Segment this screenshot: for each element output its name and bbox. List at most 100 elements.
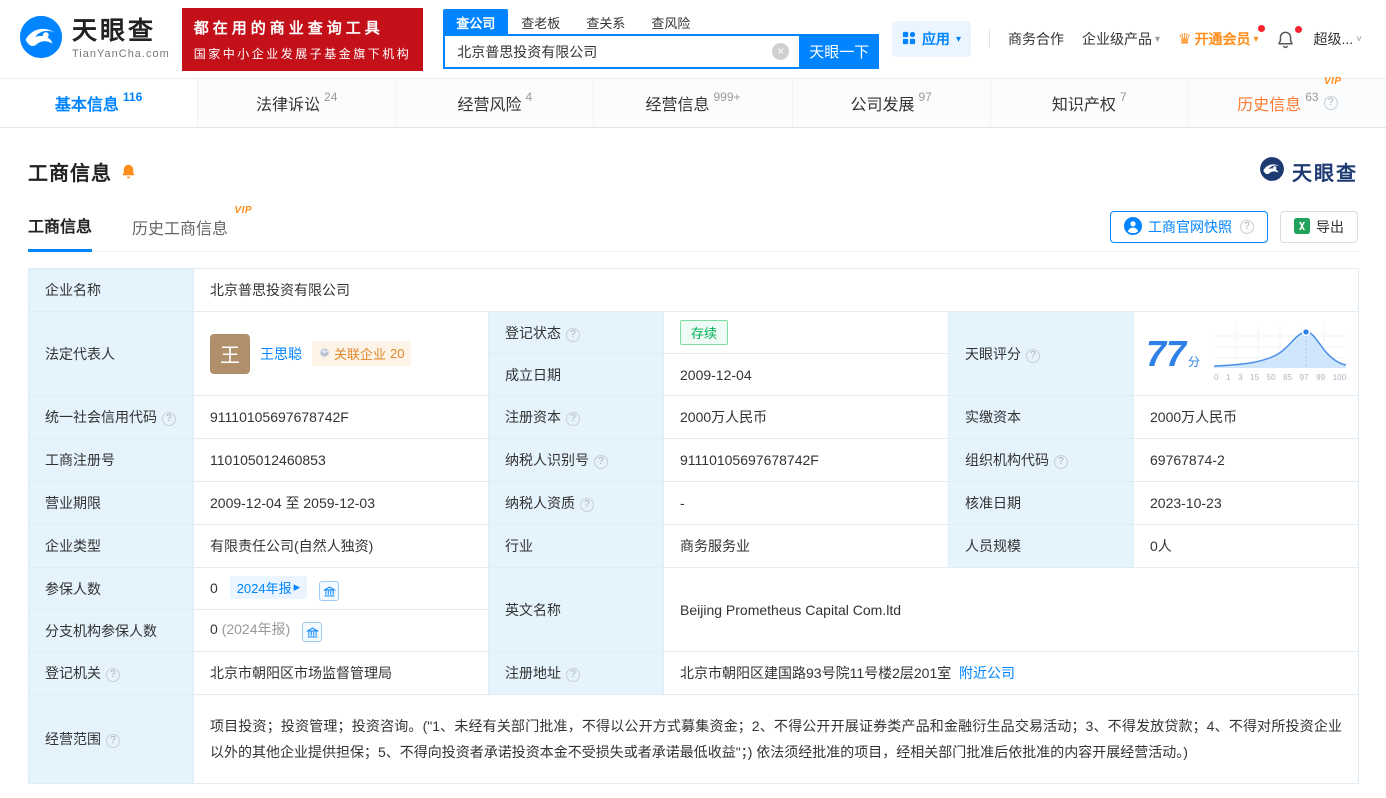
tab-count: 63 [1305,90,1318,104]
chevron-down-icon: ˅ [1356,34,1362,45]
field-label-reg-capital: 注册资本? [489,396,664,439]
field-value-insured-count: 0 2024年报 ▸ [194,568,489,610]
help-icon[interactable]: ? [1240,220,1254,234]
table-row: 法定代表人 王 王思聪 关联企业 [29,312,1359,354]
field-value-reg-address: 北京市朝阳区建国路93号院11号楼2层201室 附近公司 [664,652,1359,695]
tab-operation-info[interactable]: 经营信息 999+ [594,79,792,127]
field-value-legal-rep: 王 王思聪 关联企业 20 [194,312,489,396]
table-row: 企业类型 有限责任公司(自然人独资) 行业 商务服务业 人员规模 0人 [29,525,1359,568]
tab-basic-info[interactable]: 基本信息 116 [0,79,198,127]
table-row: 参保人数 0 2024年报 ▸ 英文名称 Beijing Prometh [29,568,1359,610]
field-label-reg-address: 注册地址? [489,652,664,695]
search-tab-boss[interactable]: 查老板 [508,9,573,34]
red-dot-badge [1295,26,1302,33]
top-header: 天眼查 TianYanCha.com 都在用的商业查询工具 国家中小企业发展子基… [0,0,1386,78]
nav-divider [989,30,990,48]
bank-icon-button[interactable] [302,622,322,642]
subtab-history-business-info[interactable]: 历史工商信息 VIP [132,215,228,251]
cube-icon [319,346,330,361]
nav-vip-label: 开通会员 [1194,29,1250,49]
top-nav: 应用 ▾ 商务合作 企业级产品 ▾ ♛ 开通会员 ▾ [892,21,1362,57]
status-badge: 存续 [680,320,728,345]
nav-cooperation-label: 商务合作 [1008,29,1064,49]
legal-rep-avatar[interactable]: 王 [210,334,250,374]
subtab-label: 历史工商信息 [132,221,228,238]
tab-label: 经营信息 [645,91,709,115]
field-label-branch-insured: 分支机构参保人数 [29,610,194,652]
nav-open-vip[interactable]: ♛ 开通会员 ▾ [1178,29,1258,49]
field-label-score: 天眼评分? [949,312,1134,396]
export-button[interactable]: 导出 [1280,211,1358,243]
tianyancha-logo[interactable]: 天眼查 TianYanCha.com [18,14,170,65]
tab-label: 法律诉讼 [256,91,320,115]
field-label-company-type: 企业类型 [29,525,194,568]
nav-business-cooperation[interactable]: 商务合作 [1008,29,1064,49]
search-tab-company[interactable]: 查公司 [443,9,508,34]
field-label-taxpayer-quality: 纳税人资质? [489,482,664,525]
section-title: 工商信息 [28,157,112,186]
official-snapshot-button[interactable]: 工商官网快照 ? [1110,211,1268,243]
subtab-row: 工商信息 历史工商信息 VIP 工商官网快照 ? [28,211,1358,252]
bank-icon-button[interactable] [319,581,339,601]
apps-menu-label: 应用 [922,29,950,49]
brand-watermark-icon [1259,156,1285,187]
nav-super-vip[interactable]: 超级... ˅ [1313,29,1362,49]
tab-company-development[interactable]: 公司发展 97 [793,79,991,127]
field-value-credit-code: 91110105697678742F [194,396,489,439]
tab-label: 经营风险 [458,91,522,115]
field-label-legal-rep: 法定代表人 [29,312,194,396]
field-value-taxpayer-id: 91110105697678742F [664,439,949,482]
nav-enterprise-products[interactable]: 企业级产品 ▾ [1082,29,1160,49]
red-dot-badge [1258,25,1265,32]
notification-bell-icon[interactable] [1276,30,1295,49]
tab-count: 97 [918,90,931,104]
field-value-reg-number: 110105012460853 [194,439,489,482]
help-icon[interactable]: ? [566,412,580,426]
help-icon[interactable]: ? [566,328,580,342]
field-value-establish-date: 2009-12-04 [664,354,949,396]
help-icon[interactable]: ? [1324,96,1338,110]
tab-history-info[interactable]: VIP 历史信息 63 ? [1189,79,1386,127]
field-label-company-name: 企业名称 [29,269,194,312]
subscribe-bell-icon[interactable] [120,163,137,180]
banner-line1: 都在用的商业查询工具 [194,17,412,38]
field-value-reg-status: 存续 [664,312,949,354]
search-tab-risk[interactable]: 查风险 [638,9,703,34]
field-label-taxpayer-id: 纳税人识别号? [489,439,664,482]
tab-operation-risk[interactable]: 经营风险 4 [396,79,594,127]
tab-count: 4 [526,90,533,104]
subtab-business-info[interactable]: 工商信息 [28,213,92,252]
search-button[interactable]: 天眼一下 [799,34,879,69]
help-icon[interactable]: ? [566,668,580,682]
table-row: 企业名称 北京普思投资有限公司 [29,269,1359,312]
annual-report-link[interactable]: 2024年报 ▸ [230,576,307,599]
snapshot-button-label: 工商官网快照 [1148,217,1232,237]
related-companies-badge[interactable]: 关联企业 20 [312,341,411,366]
tab-legal-proceedings[interactable]: 法律诉讼 24 [198,79,396,127]
apps-menu-button[interactable]: 应用 ▾ [892,21,971,57]
table-row: 经营范围? 项目投资；投资管理；投资咨询。("1、未经有关部门批准，不得以公开方… [29,695,1359,784]
field-value-taxpayer-quality: - [664,482,949,525]
nearby-companies-link[interactable]: 附近公司 [959,665,1015,681]
help-icon[interactable]: ? [594,455,608,469]
help-icon[interactable]: ? [106,734,120,748]
search-tab-relation[interactable]: 查关系 [573,9,638,34]
search-tabs: 查公司 查老板 查关系 查风险 [443,9,879,34]
score-chart: 01 315 5085 9799 100 [1214,325,1346,382]
tab-intellectual-property[interactable]: 知识产权 7 [991,79,1189,127]
chevron-down-icon: ▾ [956,34,961,45]
help-icon[interactable]: ? [1026,349,1040,363]
help-icon[interactable]: ? [106,668,120,682]
field-value-reg-authority: 北京市朝阳区市场监督管理局 [194,652,489,695]
help-icon[interactable]: ? [162,412,176,426]
vip-tag: VIP [234,205,252,216]
field-value-approval-date: 2023-10-23 [1134,482,1359,525]
field-value-business-term: 2009-12-04 至 2059-12-03 [194,482,489,525]
help-icon[interactable]: ? [1054,455,1068,469]
field-label-paid-capital: 实缴资本 [949,396,1134,439]
search-input[interactable] [443,34,799,69]
company-tabbar: 基本信息 116 法律诉讼 24 经营风险 4 经营信息 999+ 公司发展 [0,78,1386,128]
help-icon[interactable]: ? [580,498,594,512]
legal-rep-name-link[interactable]: 王思聪 [260,344,302,364]
field-label-reg-authority: 登记机关? [29,652,194,695]
